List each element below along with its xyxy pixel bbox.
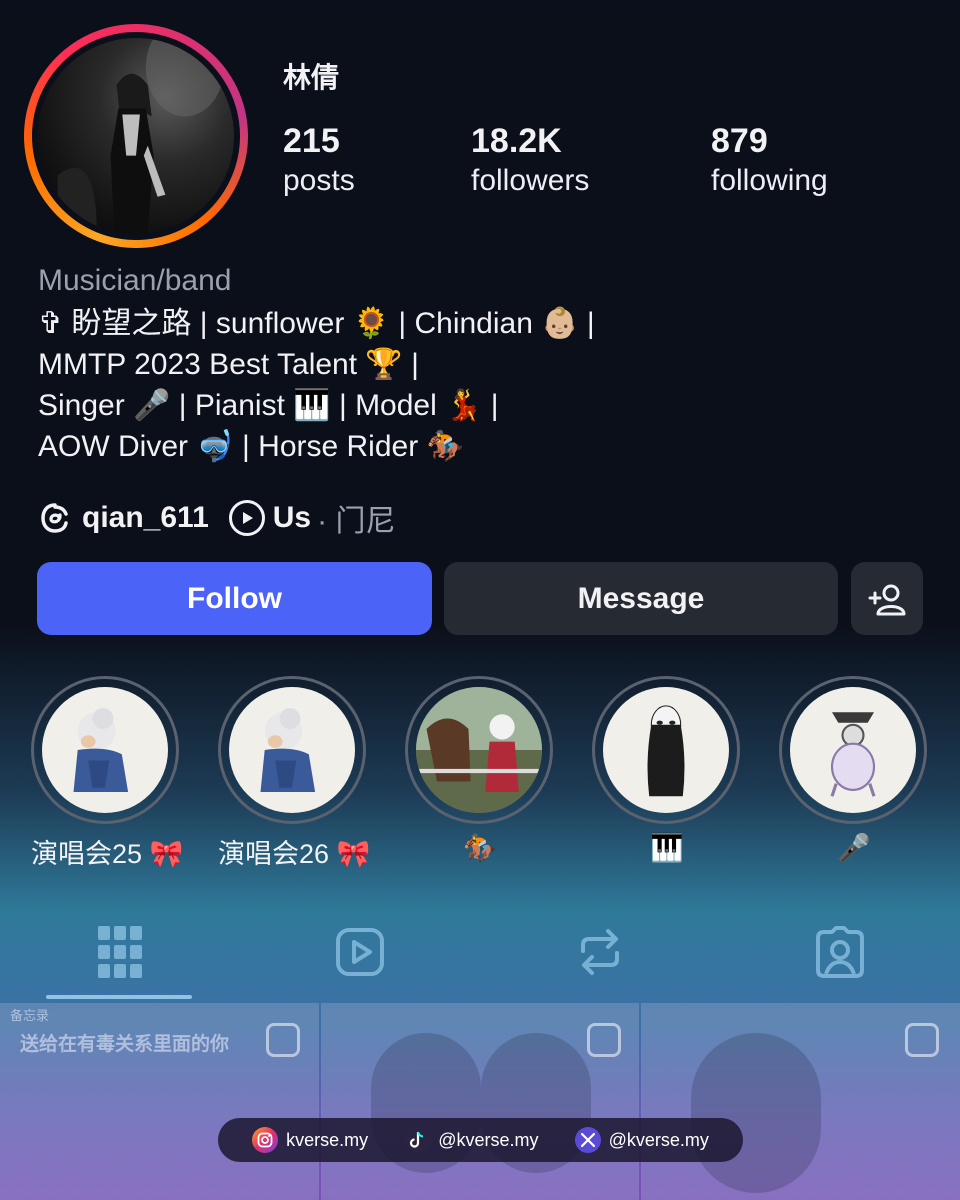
follow-button[interactable]: Follow — [37, 562, 432, 635]
tiktok-icon — [404, 1127, 431, 1153]
highlight-label: 🏇 — [463, 833, 497, 863]
tab-reels[interactable] — [315, 920, 405, 984]
profile-username: 林倩 — [283, 62, 340, 93]
message-button[interactable]: Message — [444, 562, 838, 635]
stat-following-value: 879 — [711, 122, 768, 160]
highlight-thumbnail — [790, 687, 916, 813]
highlight-thumbnail — [416, 687, 542, 813]
social-handles-bar: kverse.my @kverse.my @kverse.my — [218, 1118, 743, 1162]
highlight-item[interactable]: 🎤 — [779, 676, 929, 864]
social-instagram[interactable]: kverse.my — [252, 1127, 368, 1153]
highlight-thumbnail — [42, 687, 168, 813]
bio-line: Singer 🎤 | Pianist 🎹 | Model 💃 | — [38, 389, 499, 422]
stat-posts-label: posts — [283, 164, 355, 197]
stat-followers-label: followers — [471, 164, 590, 197]
stat-following[interactable]: 879 following — [711, 120, 828, 200]
multi-post-icon — [587, 1023, 621, 1057]
highlight-thumbnail — [603, 687, 729, 813]
stat-posts[interactable]: 215 posts — [283, 120, 355, 200]
highlight-label: 演唱会25 🎀 — [31, 839, 184, 869]
social-handle: @kverse.my — [608, 1129, 709, 1150]
social-handle: @kverse.my — [438, 1129, 539, 1150]
post-thumbnail[interactable] — [321, 1003, 639, 1200]
highlight-label: 🎤 — [837, 833, 871, 863]
avatar-photo — [38, 38, 234, 234]
profile-bio: ✞ 盼望之路 | sunflower 🌻 | Chindian 👶🏼 | MMT… — [38, 303, 595, 467]
music-link[interactable]: Us · 门尼 — [228, 496, 396, 540]
profile-avatar[interactable] — [24, 24, 248, 248]
highlight-item[interactable]: 演唱会25 🎀 — [31, 676, 184, 871]
reposts-icon — [581, 929, 619, 975]
profile-category: Musician/band — [38, 264, 232, 297]
stat-followers-value: 18.2K — [471, 122, 562, 160]
highlight-label: 🎹 — [650, 833, 684, 863]
post-photo-shape — [691, 1033, 821, 1193]
stat-following-label: following — [711, 164, 828, 197]
add-user-button[interactable] — [851, 562, 923, 635]
highlight-item[interactable]: 🏇 — [405, 676, 555, 864]
note-back-label: 备忘录 — [10, 1008, 50, 1023]
avatar-silhouette — [57, 38, 225, 234]
social-handle: kverse.my — [286, 1129, 369, 1150]
post-thumbnail[interactable] — [641, 1003, 960, 1200]
bio-line: MMTP 2023 Best Talent 🏆 | — [38, 348, 419, 381]
highlight-item[interactable]: 🎹 — [592, 676, 742, 864]
highlight-label: 演唱会26 🎀 — [218, 839, 371, 869]
social-tiktok[interactable]: @kverse.my — [404, 1127, 539, 1153]
play-icon — [228, 500, 265, 536]
tagged-icon — [816, 926, 864, 978]
highlight-thumbnail — [229, 687, 355, 813]
threads-icon — [38, 501, 72, 535]
threads-handle: qian_611 — [82, 501, 209, 534]
multi-post-icon — [905, 1023, 939, 1057]
bio-line: AOW Diver 🤿 | Horse Rider 🏇 — [38, 430, 464, 463]
highlight-item[interactable]: 演唱会26 🎀 — [218, 676, 371, 871]
note-title: 送给在有毒关系里面的你 — [20, 1034, 230, 1055]
stat-followers[interactable]: 18.2K followers — [471, 120, 589, 200]
threads-link[interactable]: qian_611 — [38, 501, 209, 535]
tab-reposts[interactable] — [555, 920, 645, 984]
reels-icon — [336, 928, 384, 976]
grid-icon — [98, 926, 142, 978]
stat-posts-value: 215 — [283, 122, 340, 160]
add-person-icon — [868, 584, 906, 615]
multi-post-icon — [266, 1023, 300, 1057]
tab-tagged[interactable] — [795, 920, 885, 984]
social-x[interactable]: @kverse.my — [574, 1127, 709, 1153]
x-icon — [574, 1127, 601, 1153]
music-artist: · 门尼 — [317, 505, 396, 538]
bio-line: ✞ 盼望之路 | sunflower 🌻 | Chindian 👶🏼 | — [38, 307, 595, 340]
tab-grid[interactable] — [75, 920, 165, 984]
instagram-icon — [252, 1127, 279, 1153]
post-thumbnail[interactable]: 备忘录 送给在有毒关系里面的你 — [0, 1003, 319, 1200]
active-tab-indicator — [46, 995, 192, 999]
profile-links: qian_611 Us · 门尼 — [38, 496, 395, 540]
music-title: Us — [272, 501, 312, 534]
